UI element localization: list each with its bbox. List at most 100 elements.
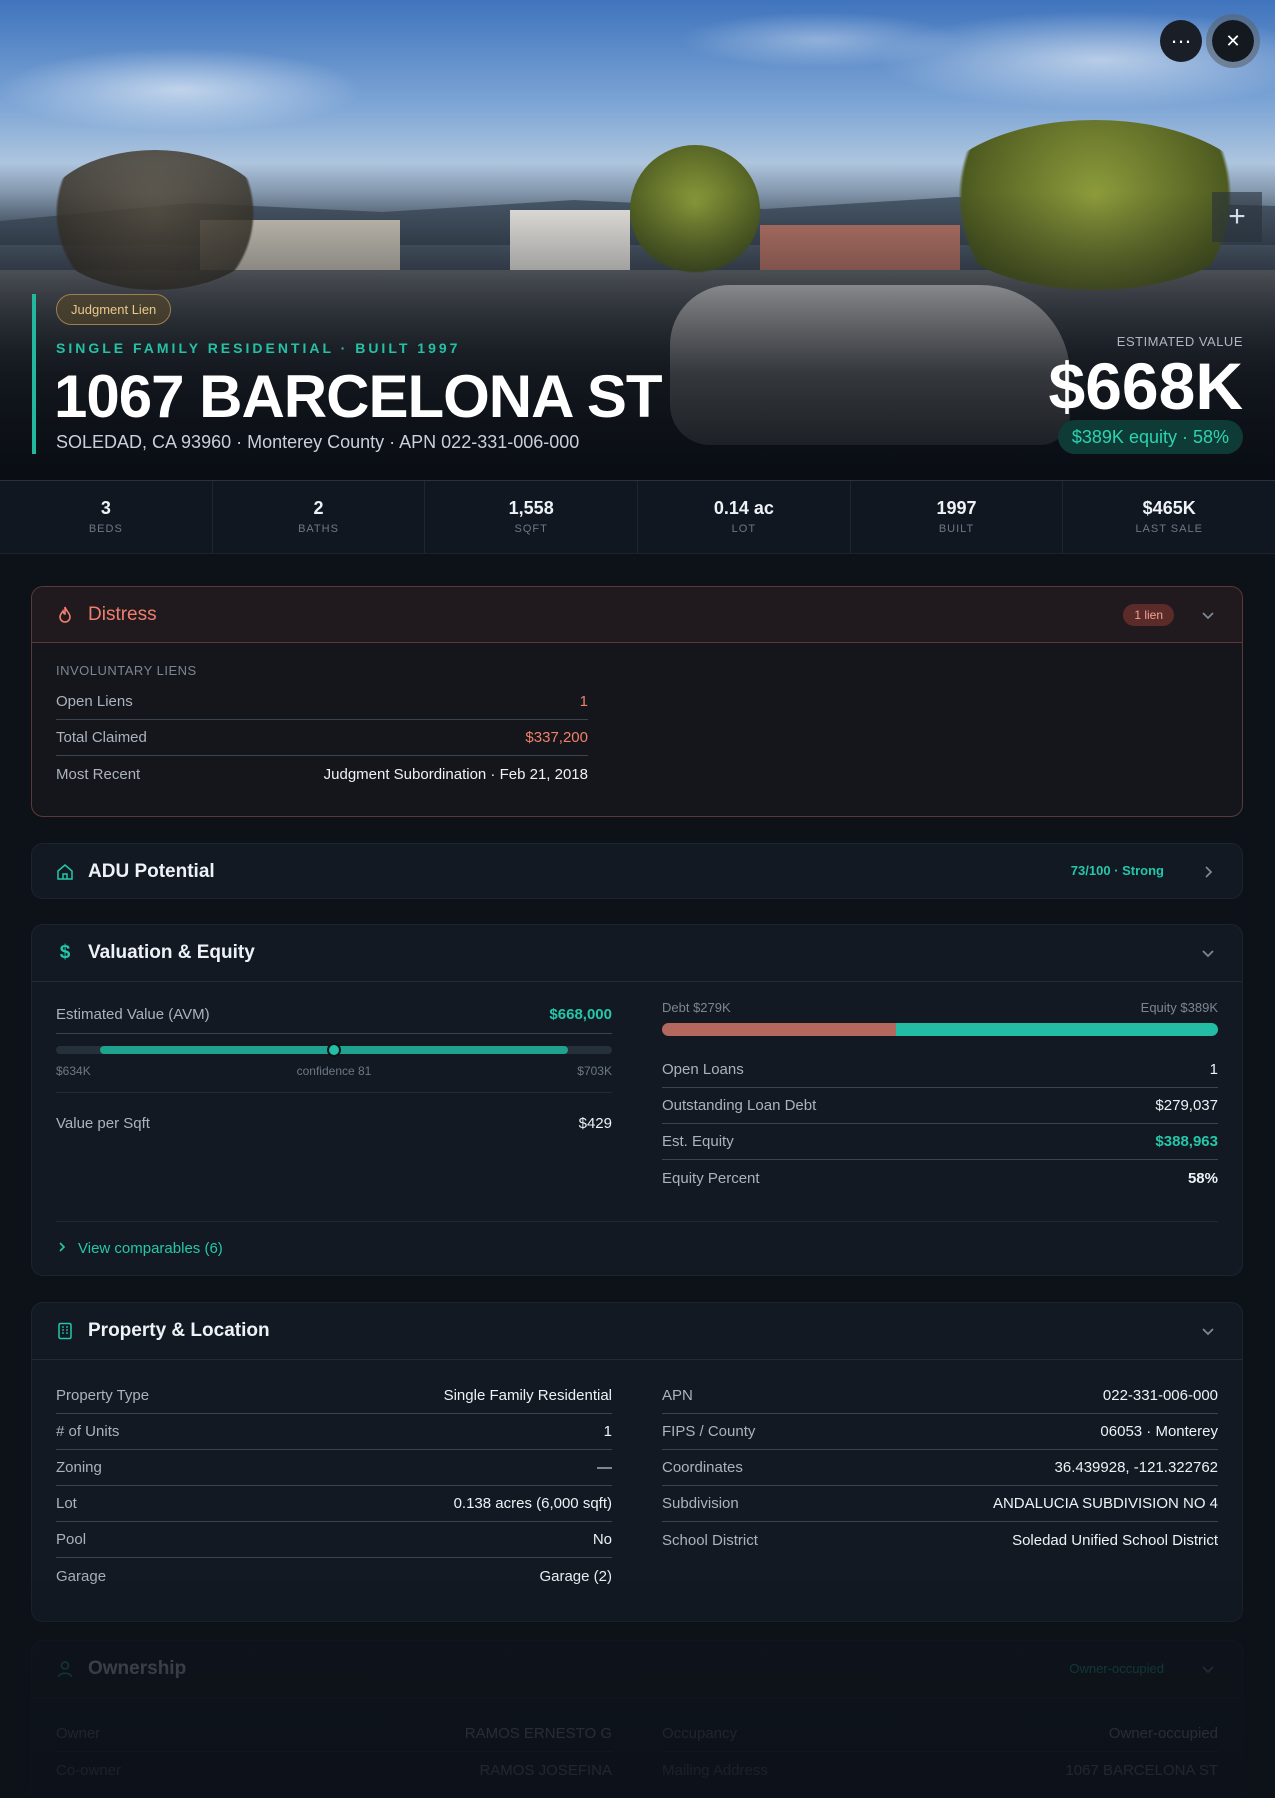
row-value: 1: [1209, 1061, 1218, 1078]
property-card: Property & Location Property Type Single …: [31, 1302, 1243, 1622]
table-row: Property Type Single Family Residential: [56, 1378, 612, 1414]
table-row: Value per Sqft $429: [56, 1105, 612, 1141]
row-label: Outstanding Loan Debt: [662, 1097, 817, 1114]
row-label: Garage: [56, 1567, 107, 1585]
avm-label: Estimated Value (AVM): [56, 1006, 210, 1023]
adu-title: ADU Potential: [88, 861, 215, 882]
table-row: Owner RAMOS ERNESTO G: [56, 1716, 612, 1752]
accent-bar: [32, 294, 36, 454]
chevron-down-icon[interactable]: [1198, 1321, 1218, 1341]
row-label: Occupancy: [662, 1725, 738, 1742]
row-value: Garage (2): [539, 1567, 612, 1585]
row-label: Pool: [56, 1531, 87, 1548]
table-row: Total Claimed $337,200: [56, 720, 588, 756]
estimated-value: $668K: [1048, 349, 1244, 423]
row-label: Co-owner: [56, 1761, 122, 1779]
stat-built: 1997 BUILT: [851, 481, 1064, 553]
stat-value: $465K: [1142, 498, 1196, 518]
table-row: School District Soledad Unified School Di…: [662, 1522, 1218, 1558]
row-label: Equity Percent: [662, 1169, 760, 1187]
debt-segment: [662, 1023, 896, 1036]
table-row: Outstanding Loan Debt $279,037: [662, 1088, 1218, 1124]
property-location: SOLEDAD, CA 93960 · Monterey County · AP…: [56, 432, 580, 452]
table-row: Lot 0.138 acres (6,000 sqft): [56, 1486, 612, 1522]
row-label: APN: [662, 1387, 693, 1404]
property-subtitle: SINGLE FAMILY RESIDENTIAL · BUILT 1997: [56, 340, 461, 356]
row-value: 06053 · Monterey: [1100, 1423, 1218, 1440]
table-row: Co-owner RAMOS JOSEFINA: [56, 1752, 612, 1788]
section-label: INVOLUNTARY LIENS: [56, 663, 197, 678]
lien-count-badge: 1 lien: [1123, 604, 1174, 626]
more-options-button[interactable]: …: [1160, 20, 1202, 62]
chevron-right-icon: [56, 1240, 68, 1257]
dollar-icon: $: [59, 942, 71, 963]
row-value: ANDALUCIA SUBDIVISION NO 4: [992, 1495, 1218, 1512]
row-label: Coordinates: [662, 1459, 743, 1476]
stat-value: 0.14 ac: [713, 498, 774, 518]
stat-beds: 3 BEDS: [0, 481, 213, 553]
range-high: $703K: [577, 1064, 612, 1078]
row-label: Open Loans: [662, 1061, 744, 1078]
lien-badge: Judgment Lien: [56, 294, 172, 325]
plus-icon: +: [1228, 200, 1246, 233]
row-label: Value per Sqft: [56, 1114, 150, 1132]
row-label: Most Recent: [56, 765, 141, 783]
building-icon: [56, 1322, 74, 1340]
zoom-in-button[interactable]: +: [1212, 192, 1262, 242]
chevron-down-icon[interactable]: [1198, 605, 1218, 625]
adu-header[interactable]: ADU Potential 73/100 · Strong: [32, 844, 1242, 898]
row-label: Open Liens: [56, 693, 133, 710]
row-value: Owner-occupied: [1108, 1725, 1218, 1742]
view-comparables-link[interactable]: View comparables (6): [56, 1221, 1218, 1257]
table-row: Zoning —: [56, 1450, 612, 1486]
distress-card: Distress 1 lien INVOLUNTARY LIENS Open L…: [31, 586, 1243, 817]
ownership-card: Ownership Owner-occupied Owner RAMOS ERNE…: [31, 1640, 1243, 1798]
row-label: FIPS / County: [662, 1423, 756, 1440]
table-row: Pool No: [56, 1522, 612, 1558]
table-row: Garage Garage (2): [56, 1558, 612, 1594]
stat-label: LOT: [731, 523, 757, 535]
table-row: Open Loans 1: [662, 1052, 1218, 1088]
property-title: Property & Location: [88, 1320, 270, 1341]
hero-photo: … ✕ + Judgment Lien SINGLE FAMILY RESIDE…: [0, 0, 1275, 480]
row-value: 58%: [1187, 1169, 1218, 1187]
table-row: FIPS / County 06053 · Monterey: [662, 1414, 1218, 1450]
valuation-header[interactable]: $ Valuation & Equity: [32, 925, 1242, 981]
chevron-down-icon[interactable]: [1198, 943, 1218, 963]
more-icon: …: [1170, 23, 1192, 48]
table-row: Most Recent Judgment Subordination · Feb…: [56, 756, 588, 792]
row-value: $337,200: [525, 729, 588, 746]
stat-label: BUILT: [938, 523, 975, 535]
row-label: Zoning: [56, 1459, 102, 1476]
stat-label: LAST SALE: [1135, 523, 1203, 535]
chevron-right-icon[interactable]: [1198, 862, 1218, 882]
property-header[interactable]: Property & Location: [32, 1303, 1242, 1359]
table-row: Mailing Address 1067 BARCELONA ST: [662, 1752, 1218, 1788]
table-row: APN 022-331-006-000: [662, 1378, 1218, 1414]
adu-card[interactable]: ADU Potential 73/100 · Strong: [31, 843, 1243, 899]
row-label: Lot: [56, 1495, 77, 1512]
user-icon: [56, 1660, 74, 1678]
equity-badge: $389K equity · 58%: [1057, 420, 1243, 454]
row-label: Subdivision: [662, 1495, 739, 1512]
row-value: No: [592, 1531, 612, 1548]
chevron-down-icon[interactable]: [1198, 1659, 1218, 1679]
row-value: 1: [603, 1423, 612, 1440]
stat-last-sale: $465K LAST SALE: [1063, 481, 1275, 553]
row-value: 022-331-006-000: [1102, 1387, 1218, 1404]
debt-equity-bar: [662, 1023, 1218, 1036]
adu-score: 73/100 · Strong: [1070, 863, 1164, 878]
row-value: RAMOS ERNESTO G: [464, 1725, 612, 1742]
close-button[interactable]: ✕: [1206, 14, 1260, 68]
row-label: Property Type: [56, 1387, 150, 1404]
avm-marker: [327, 1043, 341, 1057]
table-row: Est. Equity $388,963: [662, 1124, 1218, 1160]
valuation-right: Debt $279K Equity $389K Open Loans 1 Out…: [662, 1000, 1218, 1196]
distress-header[interactable]: Distress 1 lien: [32, 587, 1242, 643]
home-icon: [56, 863, 74, 881]
stat-value: 2: [313, 498, 324, 518]
ownership-header[interactable]: Ownership Owner-occupied: [32, 1641, 1242, 1697]
property-left: Property Type Single Family Residential #…: [56, 1378, 612, 1594]
row-value: 0.138 acres (6,000 sqft): [453, 1495, 612, 1512]
stat-baths: 2 BATHS: [213, 481, 426, 553]
